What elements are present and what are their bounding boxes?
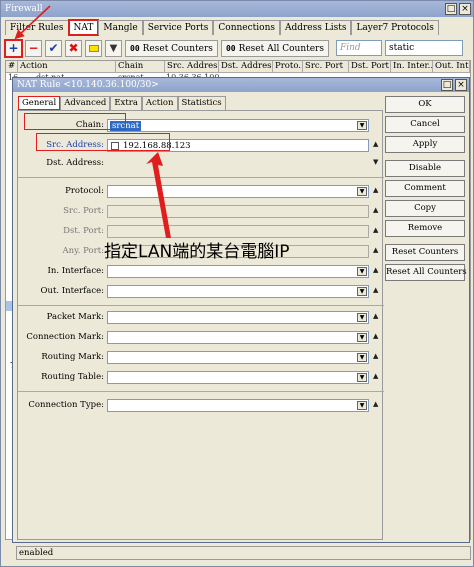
- arrow-to-add-button: [14, 5, 51, 40]
- arrow-to-src-address: [146, 152, 171, 238]
- annotation-text: 指定LAN端的某台電腦IP: [104, 242, 290, 262]
- annotation-arrows: [14, 5, 171, 238]
